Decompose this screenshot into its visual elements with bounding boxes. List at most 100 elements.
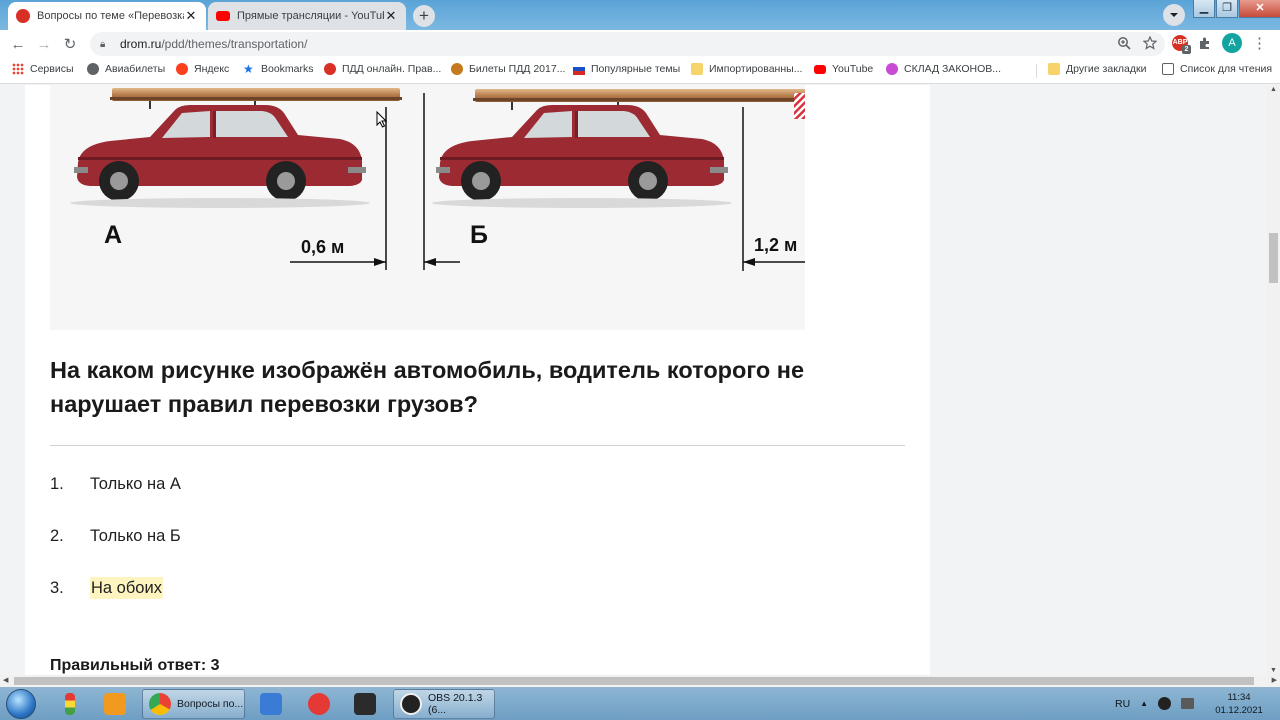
- clock-time: 11:34: [1227, 692, 1251, 703]
- bookmark-popular[interactable]: Популярные темы: [573, 63, 680, 75]
- bookmark-sklad[interactable]: СКЛАД ЗАКОНОВ...: [886, 63, 1001, 75]
- obs-tray-icon[interactable]: [1158, 697, 1172, 710]
- maximize-button[interactable]: ❐: [1216, 0, 1238, 18]
- bookmark-label: YouTube: [832, 63, 874, 75]
- browser-toolbar: ← → ↻ 🔒︎ drom.ru/pdd/themes/transportati…: [0, 30, 1280, 58]
- option-number: 3.: [50, 579, 64, 597]
- bookmark-bilety-pdd[interactable]: Билеты ПДД 2017...: [451, 63, 565, 75]
- star-icon: ★: [243, 62, 254, 76]
- bookmark-aviabilety[interactable]: Авиабилеты: [87, 63, 165, 75]
- youtube-favicon-icon: [216, 11, 230, 21]
- tab-title: Прямые трансляции - YouTube: [237, 10, 384, 22]
- folder-icon: [1048, 63, 1060, 75]
- windows-taskbar: Вопросы по... OBS 20.1.3 (6... RU ▲ 11:3…: [0, 687, 1280, 720]
- profile-avatar[interactable]: A: [1222, 33, 1242, 53]
- zoom-icon[interactable]: [1117, 36, 1131, 50]
- lotus-icon: [886, 63, 898, 75]
- start-button[interactable]: [6, 689, 36, 719]
- answer-option-3: 3. На обоих: [50, 577, 163, 599]
- network-icon[interactable]: [1181, 698, 1195, 709]
- bookmark-label: Bookmarks: [261, 63, 314, 75]
- vertical-scrollbar[interactable]: ▲ ▼: [1267, 85, 1280, 675]
- close-window-button[interactable]: ✕: [1239, 0, 1280, 18]
- back-icon[interactable]: ←: [5, 36, 31, 53]
- minimize-button[interactable]: ▁: [1193, 0, 1215, 18]
- media-player-icon: [104, 693, 126, 715]
- label-a: А: [104, 221, 122, 249]
- extensions-puzzle-icon[interactable]: [1198, 36, 1212, 50]
- obs-icon: [400, 693, 422, 715]
- scroll-up-icon[interactable]: ▲: [1267, 86, 1280, 93]
- address-bar[interactable]: 🔒︎ drom.ru/pdd/themes/transportation/: [90, 32, 1165, 56]
- warning-flag-b: [794, 93, 805, 119]
- dimension-b: 1,2 м: [754, 235, 797, 255]
- media-player-classic-icon: [354, 693, 376, 715]
- globe-icon: [87, 63, 99, 75]
- mouse-cursor-icon: [376, 111, 388, 128]
- drom-favicon-icon: [16, 9, 30, 23]
- bookmark-other[interactable]: Другие закладки: [1048, 63, 1146, 75]
- menu-kebab-icon[interactable]: ⋮: [1252, 34, 1267, 52]
- bookmark-label: Авиабилеты: [105, 63, 166, 75]
- new-tab-button[interactable]: +: [413, 5, 435, 27]
- bookmark-label: Импортированны...: [709, 63, 803, 75]
- taskbar-label: OBS 20.1.3 (6...: [428, 692, 483, 716]
- taskbar-app-traffic-light[interactable]: [55, 689, 85, 719]
- reading-list-icon: [1162, 63, 1174, 75]
- taskbar-app-media[interactable]: [100, 689, 130, 719]
- language-indicator[interactable]: RU: [1115, 698, 1130, 710]
- tab-search-button[interactable]: [1163, 4, 1185, 26]
- traffic-light-icon: [65, 693, 75, 715]
- yandex-icon: [176, 63, 188, 75]
- question-text: На каком рисунке изображён автомобиль, в…: [50, 357, 805, 417]
- question-card: А Б 0,6 м 1,2 м На каком рисунке изображ…: [25, 85, 930, 675]
- bookmark-label: Яндекс: [194, 63, 230, 75]
- taskbar-app-mpc[interactable]: [350, 689, 380, 719]
- tab-title: Вопросы по теме «Перевозка л: [37, 10, 184, 22]
- taskbar-app-volume[interactable]: [256, 689, 286, 719]
- bookmark-label: Другие закладки: [1066, 63, 1147, 75]
- reload-icon[interactable]: ↻: [57, 35, 83, 53]
- reading-list[interactable]: Список для чтения: [1162, 63, 1272, 75]
- option-number: 1.: [50, 475, 64, 493]
- bookmark-youtube[interactable]: YouTube: [814, 63, 873, 75]
- adblock-extension-icon[interactable]: ABP 2: [1172, 35, 1191, 54]
- vertical-scroll-thumb[interactable]: [1269, 233, 1278, 283]
- tray-expand-icon[interactable]: ▲: [1140, 699, 1148, 708]
- question-illustration: А Б 0,6 м 1,2 м: [50, 85, 805, 330]
- url-host: drom.ru: [120, 37, 162, 51]
- close-tab-icon[interactable]: ✕: [384, 8, 398, 24]
- tab-drom[interactable]: Вопросы по теме «Перевозка л ✕: [8, 2, 206, 30]
- forward-icon[interactable]: →: [31, 36, 57, 53]
- option-text: Только на А: [90, 475, 181, 493]
- scroll-left-icon[interactable]: ◀: [3, 675, 8, 687]
- taskbar-app-obs[interactable]: OBS 20.1.3 (6...: [393, 689, 495, 719]
- clock-date: 01.12.2021: [1215, 705, 1263, 716]
- star-bookmark-icon[interactable]: [1143, 36, 1157, 50]
- bookmark-label: Список для чтения: [1180, 63, 1273, 75]
- horizontal-scroll-thumb[interactable]: [14, 677, 1254, 685]
- clock[interactable]: 11:34 01.12.2021: [1210, 691, 1268, 717]
- bookmark-services[interactable]: Сервисы: [12, 63, 74, 75]
- taskbar-app-chrome[interactable]: Вопросы по...: [142, 689, 245, 719]
- bookmark-label: Сервисы: [30, 63, 74, 75]
- bookmark-imported[interactable]: Импортированны...: [691, 63, 802, 75]
- horizontal-scrollbar[interactable]: ◀ ▶: [0, 675, 1280, 687]
- scroll-down-icon[interactable]: ▼: [1267, 667, 1280, 674]
- bookmark-yandex[interactable]: Яндекс: [176, 63, 229, 75]
- bookmark-label: СКЛАД ЗАКОНОВ...: [904, 63, 1001, 75]
- option-text-highlighted: На обоих: [90, 577, 163, 599]
- scroll-right-icon[interactable]: ▶: [1272, 675, 1277, 687]
- bookmark-bookmarks[interactable]: ★ Bookmarks: [243, 63, 314, 75]
- tab-youtube[interactable]: Прямые трансляции - YouTube ✕: [208, 2, 406, 30]
- option-text: Только на Б: [90, 527, 181, 545]
- drom-icon: [324, 63, 336, 75]
- taskbar-app-yandex[interactable]: [304, 689, 334, 719]
- flag-icon: [573, 63, 585, 75]
- badge-icon: [451, 63, 463, 75]
- taskbar-label: Вопросы по...: [177, 698, 244, 710]
- close-tab-icon[interactable]: ✕: [184, 8, 198, 24]
- bookmark-pdd-online[interactable]: ПДД онлайн. Прав...: [324, 63, 441, 75]
- chevron-down-icon: [1170, 13, 1178, 17]
- cargo-cars-diagram: А Б 0,6 м 1,2 м: [70, 88, 805, 271]
